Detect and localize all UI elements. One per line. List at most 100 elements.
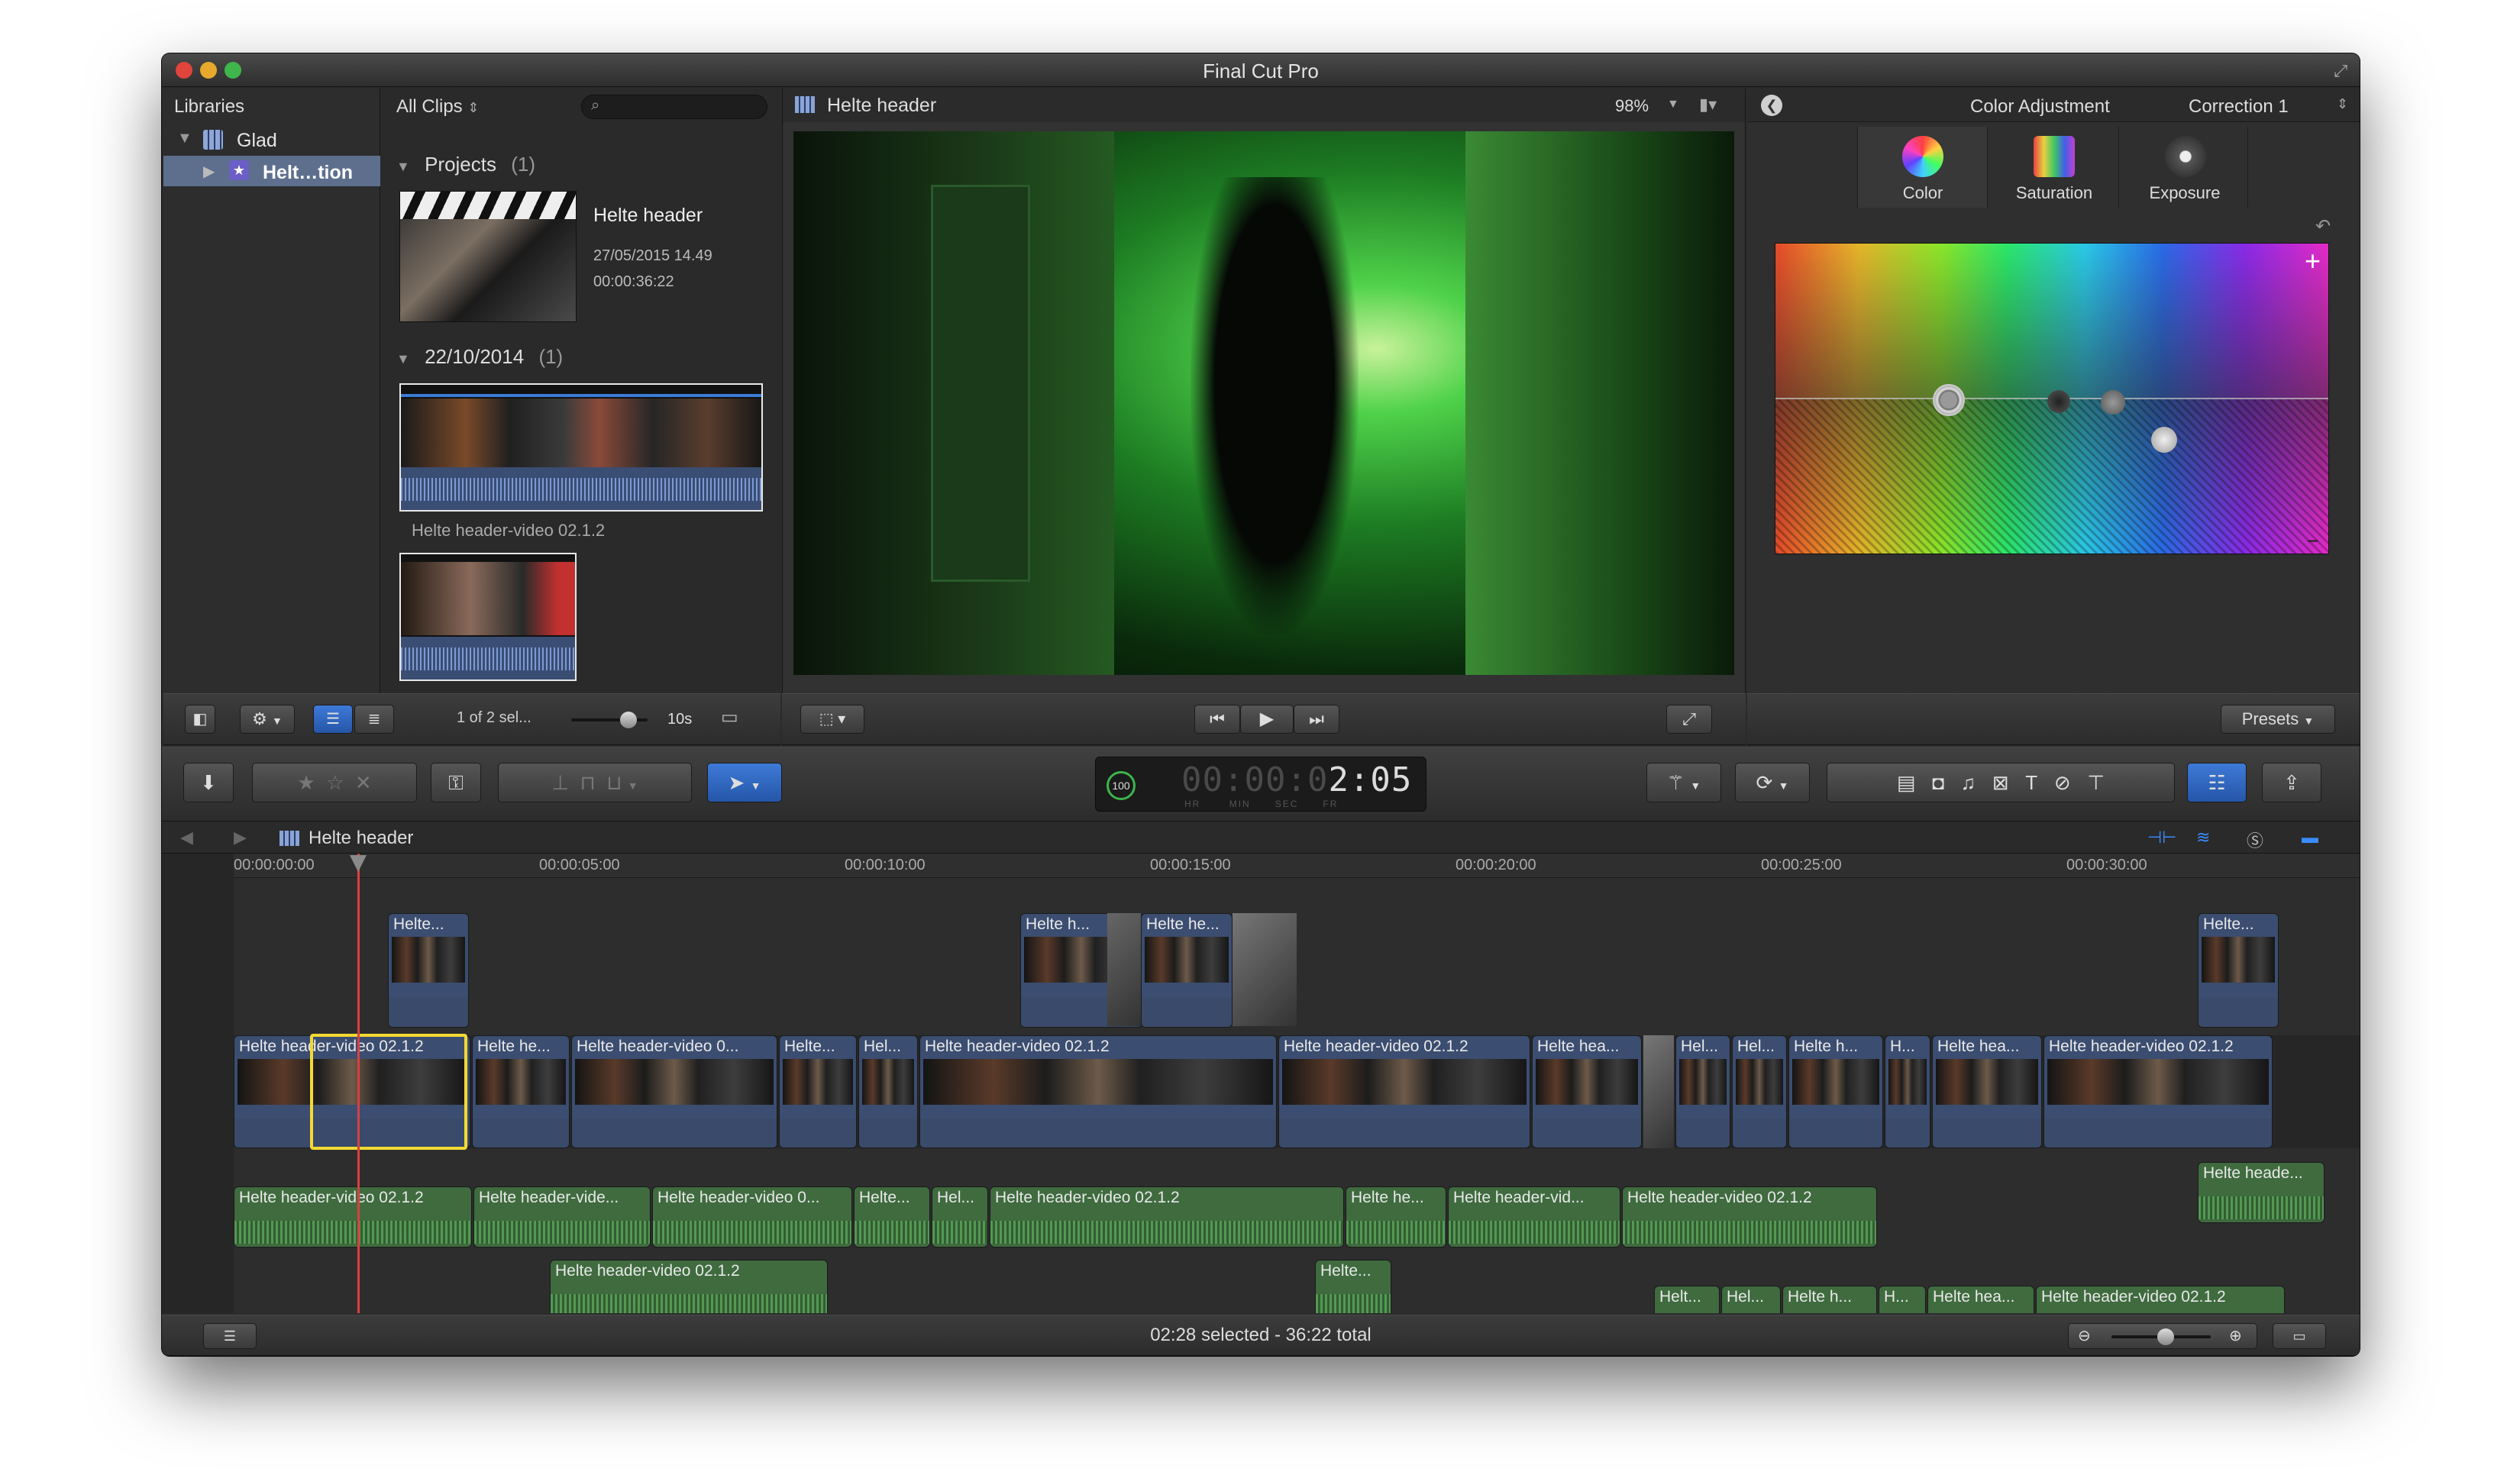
storyline-clip[interactable]: Helte header-video 02.1.2 — [2043, 1035, 2273, 1148]
highlights-puck[interactable] — [2151, 427, 2177, 453]
transitions-icon[interactable]: ⊠ — [1992, 771, 2009, 794]
keyword-button[interactable]: ⚿ — [431, 763, 481, 802]
inspector-toggle-button[interactable]: ☷ — [2187, 763, 2247, 802]
retime-button[interactable]: ⟳ ▼ — [1735, 763, 1810, 802]
chevron-down-icon[interactable]: ▼ — [628, 780, 638, 792]
viewer-display-options-button[interactable]: ⬚ ▾ — [800, 705, 864, 734]
audio-skimming-icon[interactable]: ≋ — [2196, 828, 2210, 847]
projects-group-header[interactable]: ▼ Projects (1) — [396, 153, 535, 176]
zoom-out-icon[interactable]: ⊖ — [2078, 1324, 2091, 1348]
generators-icon[interactable]: ⊘ — [2054, 771, 2071, 794]
tab-saturation[interactable]: Saturation — [1989, 127, 2119, 208]
audio-clip[interactable]: Helte hea... — [1927, 1286, 2034, 1313]
date-group-header[interactable]: ▼ 22/10/2014 (1) — [396, 345, 563, 369]
audio-clip[interactable]: Helte... — [854, 1186, 930, 1248]
global-puck[interactable] — [1933, 384, 1965, 416]
presets-button[interactable]: Presets ▼ — [2221, 705, 2335, 734]
audio-clip[interactable]: Helte header-video 02.1.2 — [550, 1260, 828, 1313]
storyline-clip[interactable]: Helte header-video 02.1.2 — [1278, 1035, 1530, 1148]
clip-zoom-slider[interactable] — [571, 712, 648, 728]
audio-clip[interactable]: Helte... — [1315, 1260, 1391, 1313]
list-view-button[interactable]: ≣ — [354, 705, 394, 734]
disclosure-open-icon[interactable]: ▼ — [396, 159, 410, 174]
viewer-zoom[interactable]: 98% — [1615, 96, 1649, 116]
filmstrip-view-button[interactable]: ☰ — [313, 705, 353, 734]
filmstrip-selection-range[interactable] — [401, 394, 761, 397]
audio-clip[interactable]: Helte h... — [1782, 1286, 1877, 1313]
tab-color[interactable]: Color — [1858, 127, 1988, 208]
transition[interactable] — [1233, 913, 1297, 1026]
audio-clip[interactable]: Helte header-vide... — [473, 1186, 651, 1248]
storyline-clip[interactable]: Helte header-video 0... — [571, 1035, 777, 1148]
audio-clip[interactable]: Helte header-vid... — [1448, 1186, 1620, 1248]
browser-clip-filmstrip-2[interactable] — [399, 553, 577, 681]
disclosure-closed-icon[interactable]: ▶ — [203, 162, 215, 181]
slider-knob[interactable] — [620, 712, 637, 728]
disclosure-open-icon[interactable]: ▼ — [396, 351, 410, 366]
back-arrow-icon[interactable]: ◀ — [180, 828, 193, 847]
tab-exposure[interactable]: Exposure — [2121, 127, 2249, 208]
view-options-icon[interactable]: ▮▾ — [1699, 95, 1717, 115]
browser-search-field[interactable]: ⌕ — [581, 95, 767, 119]
browser-clip-filmstrip[interactable] — [399, 383, 763, 512]
zoom-slider-knob[interactable] — [2157, 1328, 2174, 1345]
solo-icon[interactable]: Ⓢ — [2247, 828, 2263, 852]
event-item-selected[interactable]: ▶ ★ Helt…tion — [163, 156, 380, 186]
connect-clip-icon[interactable]: ⊥ — [551, 771, 569, 794]
audio-clip[interactable]: Helte heade... — [2198, 1162, 2325, 1223]
connected-clip[interactable]: Helte... — [2198, 913, 2279, 1028]
effects-browser-icon[interactable]: ▤ — [1897, 771, 1916, 794]
unrate-star-icon[interactable]: ★ — [297, 771, 315, 794]
audio-clip[interactable]: Helte header-video 02.1.2 — [2036, 1286, 2285, 1313]
viewer-fullscreen-button[interactable]: ⤢ — [1666, 705, 1712, 734]
append-clip-icon[interactable]: ⊔ — [606, 771, 622, 794]
storyline-clip[interactable]: Hel... — [1675, 1035, 1730, 1148]
timecode-display[interactable]: 100 00:00:02:05 HR MIN SEC FR — [1095, 757, 1426, 812]
action-gear-button[interactable]: ⚙ ▼ — [240, 705, 295, 734]
select-tool-button[interactable]: ➤ ▼ — [707, 763, 782, 802]
transition[interactable] — [1107, 913, 1141, 1026]
import-button[interactable]: ⬇ — [183, 763, 234, 802]
audio-clip[interactable]: Hel... — [1721, 1286, 1781, 1313]
shadows-puck[interactable] — [2047, 390, 2070, 413]
show-libraries-button[interactable]: ◧ — [185, 705, 215, 734]
storyline-clip[interactable]: Helte... — [779, 1035, 857, 1148]
zoom-in-icon[interactable]: ⊕ — [2229, 1324, 2242, 1348]
disclosure-open-icon[interactable]: ▼ — [177, 130, 192, 147]
color-board[interactable]: + − — [1775, 243, 2329, 554]
audio-clip[interactable]: Helte header-video 0... — [652, 1186, 852, 1248]
audio-clip[interactable]: Hel... — [932, 1186, 988, 1248]
skimming-toggle-icon[interactable]: ⊣⊢ — [2147, 828, 2176, 847]
storyline-clip[interactable]: Helte header-video 02.1.2 — [919, 1035, 1277, 1148]
back-button[interactable]: ❮ — [1761, 95, 1782, 116]
fullscreen-icon[interactable]: ⤢ — [2334, 61, 2347, 81]
midtones-puck[interactable] — [2101, 390, 2125, 415]
reject-x-icon[interactable]: ✕ — [355, 771, 372, 794]
play-button[interactable]: ▶ — [1240, 705, 1294, 734]
project-thumbnail[interactable] — [399, 191, 577, 322]
library-item-glad[interactable]: ▼ Glad — [163, 125, 380, 154]
timeline[interactable]: 00:00:00:00 00:00:05:00 00:00:10:00 00:0… — [162, 854, 2360, 1313]
playhead[interactable] — [357, 854, 360, 1313]
audio-clip[interactable]: Helte he... — [1346, 1186, 1446, 1248]
titles-icon[interactable]: T — [2025, 771, 2037, 794]
connected-clip[interactable]: Helte he... — [1141, 913, 1233, 1028]
correction-popup[interactable]: Correction 1 — [2189, 96, 2289, 118]
camera-icon[interactable]: ◘ — [1932, 771, 1944, 794]
timeline-ruler[interactable]: 00:00:00:00 00:00:05:00 00:00:10:00 00:0… — [234, 854, 2360, 878]
storyline-clip[interactable]: Helte hea... — [1932, 1035, 2042, 1148]
reset-icon[interactable]: ↶ — [2315, 215, 2331, 237]
clip-filter-popup[interactable]: All Clips ⇕ — [396, 96, 479, 118]
connected-clip[interactable]: Helte... — [388, 913, 469, 1028]
previous-edit-button[interactable]: ⏮ — [1194, 705, 1240, 734]
share-button[interactable]: ⇪ — [2262, 763, 2321, 802]
chevron-down-icon[interactable]: ▼ — [1667, 98, 1679, 111]
storyline-clip[interactable]: Helte h... — [1788, 1035, 1883, 1148]
favorite-star-icon[interactable]: ☆ — [326, 771, 344, 794]
transition[interactable] — [1643, 1035, 1674, 1148]
forward-arrow-icon[interactable]: ▶ — [234, 828, 247, 847]
storyline-clip[interactable]: Helte hea... — [1532, 1035, 1642, 1148]
enhancements-button[interactable]: ⚚ ▼ — [1646, 763, 1721, 802]
audio-clip[interactable]: Helte header-video 02.1.2 — [234, 1186, 472, 1248]
snapping-icon[interactable]: ▬ — [2302, 828, 2318, 847]
